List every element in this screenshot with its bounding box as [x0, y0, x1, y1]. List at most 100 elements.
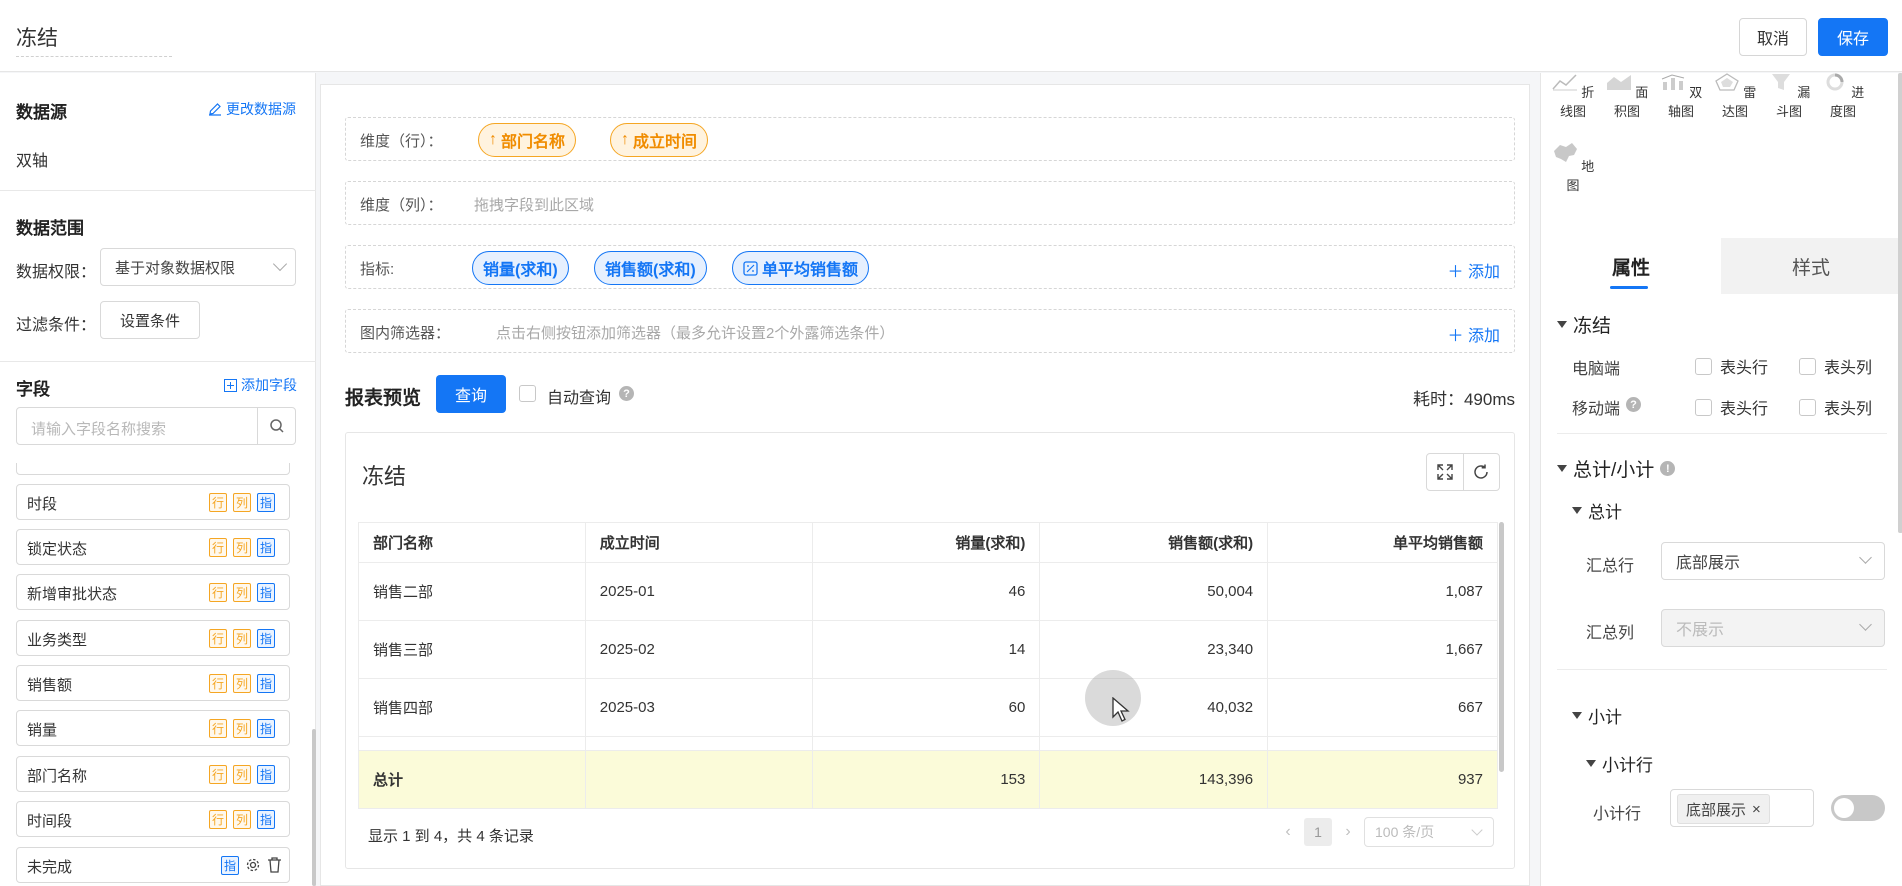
field-item[interactable]: 业务类型 行 列 指 [16, 620, 290, 656]
dim-chip[interactable]: ↑ 成立时间 [610, 123, 709, 157]
mobile-header-row-checkbox[interactable]: 表头行 [1695, 395, 1768, 419]
checkbox[interactable] [1695, 398, 1712, 416]
gear-icon[interactable] [245, 857, 261, 873]
close-icon[interactable]: × [1752, 801, 1761, 818]
row-tag[interactable]: 行 [209, 674, 227, 693]
add-filter-button[interactable]: ＋ 添加 [1448, 322, 1500, 346]
row-tag[interactable]: 行 [209, 810, 227, 829]
col-header[interactable]: 单平均销售额 [1267, 522, 1498, 563]
trash-icon[interactable] [267, 857, 282, 873]
help-icon[interactable]: ? [619, 386, 634, 401]
col-tag[interactable]: 列 [233, 719, 251, 738]
indicator-tag[interactable]: 指 [257, 629, 275, 648]
row-tag[interactable]: 行 [209, 538, 227, 557]
filter-zone[interactable]: 图内筛选器： 点击右侧按钮添加筛选器（最多允许设置2个外露筛选条件） ＋ 添加 [345, 309, 1515, 353]
page-title[interactable]: 冻结 [16, 22, 58, 52]
total-section-header[interactable]: 总计/小计 ! [1557, 455, 1676, 482]
add-metric-button[interactable]: ＋ 添加 [1448, 258, 1500, 282]
field-item[interactable]: 未完成 指 [16, 847, 290, 883]
tab-style[interactable]: 样式 [1721, 238, 1901, 294]
dim-col-zone[interactable]: 维度（列）： 拖拽字段到此区域 [345, 181, 1515, 225]
col-tag[interactable]: 列 [233, 765, 251, 784]
chart-type-dual-axis[interactable]: 双轴图 [1654, 73, 1708, 120]
chart-type-funnel[interactable]: 漏斗图 [1762, 73, 1816, 120]
fullscreen-button[interactable] [1427, 454, 1463, 490]
checkbox[interactable] [1799, 398, 1816, 416]
grand-total-header[interactable]: 总计 [1572, 498, 1622, 523]
info-icon[interactable]: ! [1660, 461, 1676, 476]
indicator-tag[interactable]: 指 [221, 856, 239, 875]
row-tag[interactable]: 行 [209, 493, 227, 512]
field-item[interactable]: 销量 行 列 指 [16, 710, 290, 746]
table-scrollbar[interactable] [1499, 522, 1504, 772]
page-number[interactable]: 1 [1304, 818, 1332, 846]
chart-type-radar[interactable]: 雷达图 [1708, 73, 1762, 120]
freeze-section-header[interactable]: 冻结 [1557, 311, 1611, 338]
save-button[interactable]: 保存 [1818, 18, 1888, 56]
col-header[interactable]: 销售额(求和) [1039, 522, 1269, 563]
field-item[interactable]: 销售额 行 列 指 [16, 665, 290, 701]
subtotal-row-header[interactable]: 小计行 [1586, 751, 1653, 776]
field-item[interactable]: 锁定状态 行 列 指 [16, 529, 290, 565]
col-tag[interactable]: 列 [233, 493, 251, 512]
change-datasource-link[interactable]: 更改数据源 [208, 99, 296, 119]
dim-chip[interactable]: ↑ 部门名称 [478, 123, 577, 157]
query-button[interactable]: 查询 [436, 375, 506, 413]
row-tag[interactable]: 行 [209, 719, 227, 738]
search-button[interactable] [257, 408, 295, 444]
row-tag[interactable]: 行 [209, 629, 227, 648]
row-tag[interactable]: 行 [209, 765, 227, 784]
field-item[interactable]: 时段 行 列 指 [16, 484, 290, 520]
help-icon[interactable]: ? [1626, 397, 1641, 412]
set-condition-button[interactable]: 设置条件 [100, 301, 200, 339]
indicator-tag[interactable]: 指 [257, 765, 275, 784]
page-size-select[interactable]: 100 条/页 [1364, 817, 1494, 847]
metric-chip[interactable]: 单平均销售额 [732, 251, 870, 285]
col-tag[interactable]: 列 [233, 629, 251, 648]
chart-type-area[interactable]: 面积图 [1600, 73, 1654, 120]
scrollbar[interactable] [1898, 73, 1902, 533]
indicator-tag[interactable]: 指 [257, 719, 275, 738]
chart-type-map[interactable]: 地图 [1546, 141, 1600, 194]
indicator-tag[interactable]: 指 [257, 583, 275, 602]
dim-row-zone[interactable]: 维度（行）： ↑ 部门名称 ↑ 成立时间 [345, 117, 1515, 161]
col-tag[interactable]: 列 [233, 583, 251, 602]
refresh-button[interactable] [1462, 454, 1499, 490]
add-field-link[interactable]: 添加字段 [224, 375, 297, 395]
permission-select[interactable]: 基于对象数据权限 [100, 248, 296, 286]
chart-type-line[interactable]: 折线图 [1546, 73, 1600, 120]
indicator-tag[interactable]: 指 [257, 674, 275, 693]
metric-chip[interactable]: 销售额(求和) [594, 251, 707, 285]
field-item[interactable]: 部门名称 行 列 指 [16, 756, 290, 792]
subtotal-row-toggle[interactable] [1831, 795, 1885, 821]
col-header[interactable]: 销量(求和) [811, 522, 1041, 563]
auto-query-checkbox[interactable] [519, 385, 536, 402]
field-item[interactable] [16, 463, 290, 475]
prev-page-icon[interactable]: ‹ [1280, 823, 1296, 841]
mobile-header-col-checkbox[interactable]: 表头列 [1799, 395, 1872, 419]
scrollbar[interactable] [312, 729, 316, 886]
col-tag[interactable]: 列 [233, 538, 251, 557]
subtotal-header[interactable]: 小计 [1572, 703, 1622, 728]
metric-zone[interactable]: 指标: 销量(求和) 销售额(求和) 单平均销售额 ＋ 添加 [345, 245, 1515, 289]
pc-header-col-checkbox[interactable]: 表头列 [1799, 354, 1872, 378]
next-page-icon[interactable]: › [1340, 823, 1356, 841]
col-tag[interactable]: 列 [233, 674, 251, 693]
checkbox[interactable] [1799, 357, 1816, 375]
field-search[interactable]: 请输入字段名称搜索 [16, 407, 296, 445]
chart-type-progress[interactable]: 进度图 [1816, 73, 1870, 120]
indicator-tag[interactable]: 指 [257, 810, 275, 829]
col-header[interactable]: 部门名称 [358, 522, 586, 563]
indicator-tag[interactable]: 指 [257, 538, 275, 557]
total-row-select[interactable]: 底部展示 [1661, 542, 1885, 580]
field-item[interactable]: 时间段 行 列 指 [16, 801, 290, 837]
col-tag[interactable]: 列 [233, 810, 251, 829]
cancel-button[interactable]: 取消 [1739, 18, 1807, 56]
checkbox[interactable] [1695, 357, 1712, 375]
pc-header-row-checkbox[interactable]: 表头行 [1695, 354, 1768, 378]
total-col-select[interactable]: 不展示 [1661, 609, 1885, 647]
row-tag[interactable]: 行 [209, 583, 227, 602]
metric-chip[interactable]: 销量(求和) [472, 251, 569, 285]
indicator-tag[interactable]: 指 [257, 493, 275, 512]
col-header[interactable]: 成立时间 [584, 522, 813, 563]
